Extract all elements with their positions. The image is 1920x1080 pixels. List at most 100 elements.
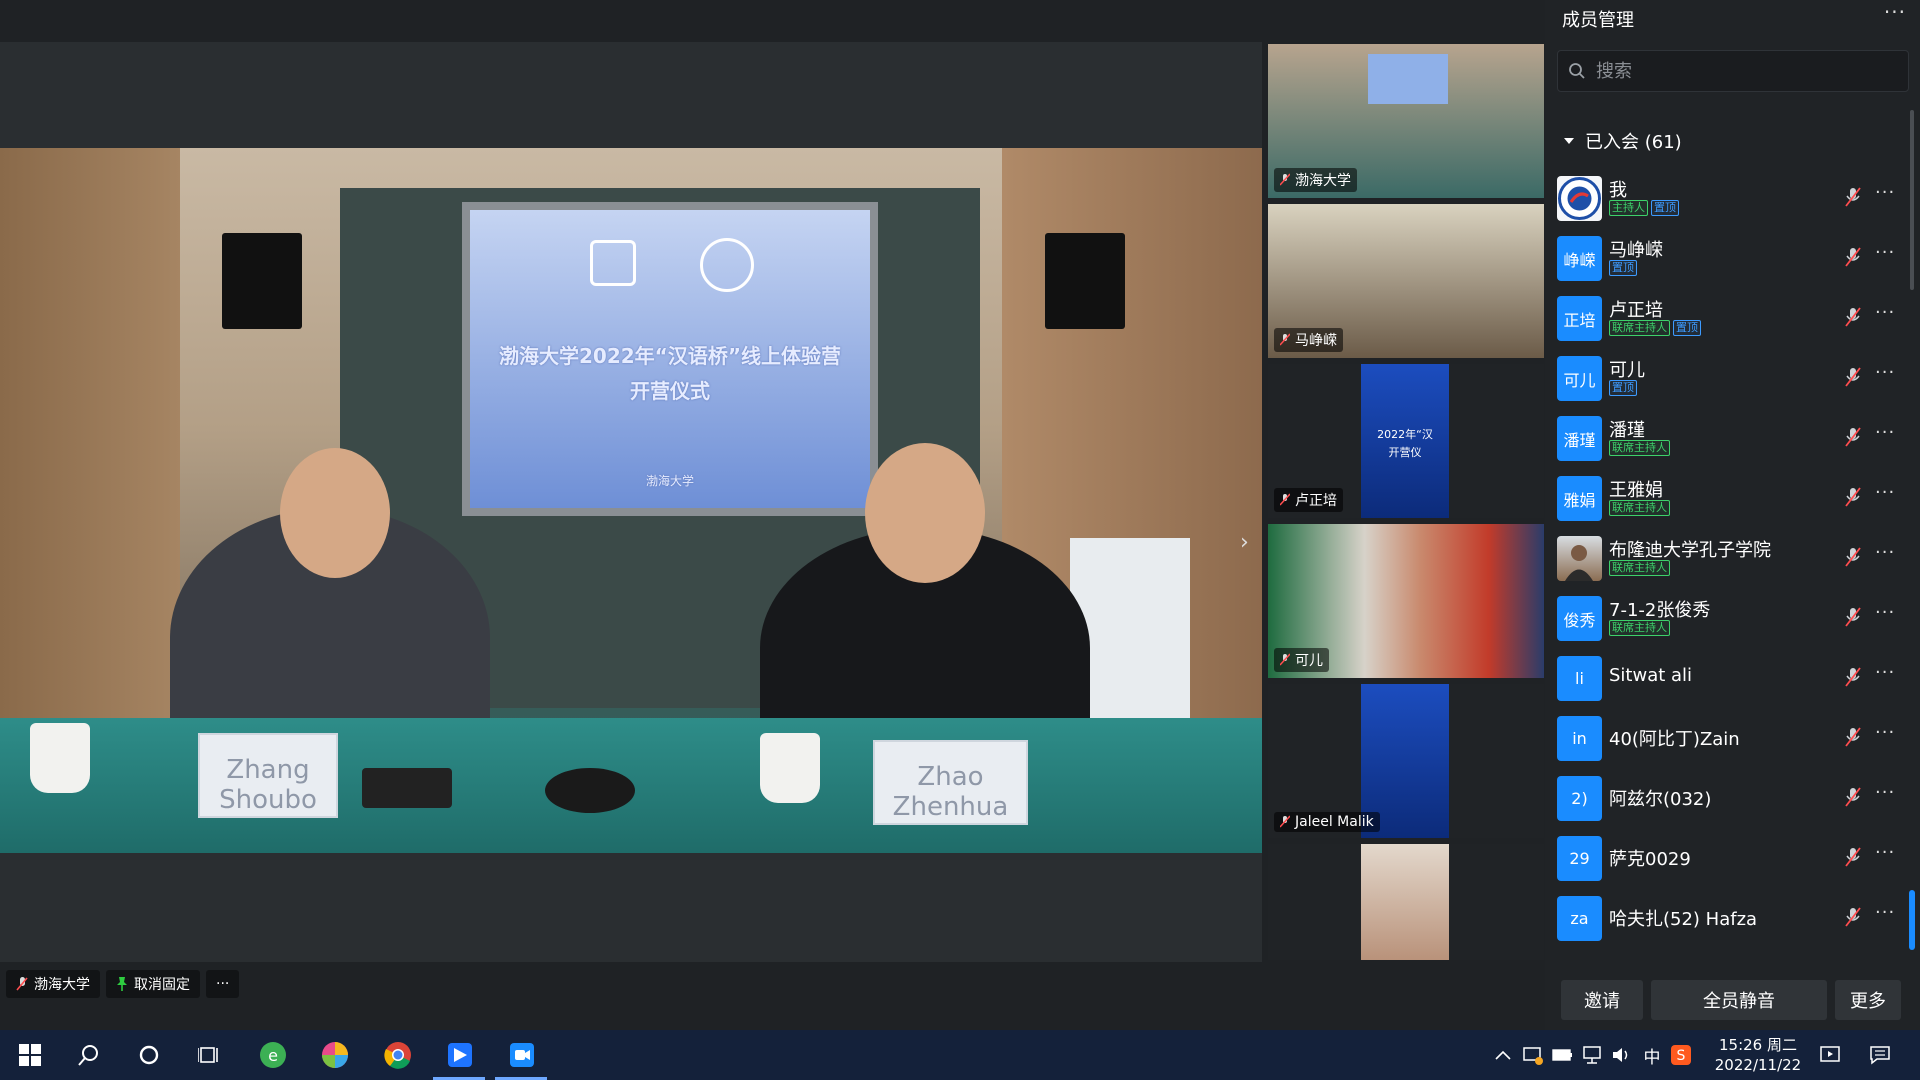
member-list-scrollbar[interactable] [1910,110,1914,290]
invite-button[interactable]: 邀请 [1561,980,1643,1020]
member-more-button[interactable]: ··· [1875,902,1895,923]
member-row[interactable]: 2) 阿兹尔(032) ··· [1557,770,1897,830]
mic-muted-icon[interactable] [1845,607,1861,627]
thumbnail-tile[interactable] [1268,844,1544,960]
member-search[interactable] [1557,50,1909,92]
avatar: 俊秀 [1557,596,1602,641]
unpin-button[interactable]: 取消固定 [106,970,200,998]
main-video[interactable]: 渤海大学2022年“汉语桥”线上体验营 开营仪式 渤海大学 Zhang Shou… [0,148,1262,853]
joined-group-header[interactable]: 已入会 (61) [1563,128,1682,154]
show-desktop-icon[interactable] [1815,1040,1845,1070]
host-tag: 主持人 [1609,200,1648,216]
member-more-button[interactable]: ··· [1875,602,1895,623]
task-view-icon[interactable] [194,1040,224,1070]
member-more-button[interactable]: ··· [1875,662,1895,683]
pinned-tag: 置顶 [1609,380,1637,396]
member-more-button[interactable]: ··· [1875,482,1895,503]
search-icon[interactable] [74,1040,104,1070]
member-name: 马峥嵘 [1609,240,1663,261]
chevron-up-icon[interactable] [1488,1040,1518,1070]
browser-e-icon[interactable]: e [258,1040,288,1070]
member-row[interactable]: in 40(阿比丁)Zain ··· [1557,710,1897,770]
panel-more-button[interactable]: ··· [1884,0,1906,24]
thumbnail-tile[interactable]: 马峥嵘 [1268,204,1544,358]
microphone-base [362,768,452,808]
logo-icon [590,240,636,286]
member-name: 阿兹尔(032) [1609,789,1712,810]
colorful-app-icon[interactable] [320,1040,350,1070]
network-icon[interactable] [1578,1040,1608,1070]
avatar: 正培 [1557,296,1602,341]
member-name: Sitwat ali [1609,665,1693,686]
mic-muted-icon[interactable] [1845,487,1861,507]
member-more-button[interactable]: ··· [1875,842,1895,863]
mic-muted-icon[interactable] [1845,907,1861,927]
member-more-button[interactable]: ··· [1875,782,1895,803]
panel-more-options-button[interactable]: 更多 [1835,980,1901,1020]
member-more-button[interactable]: ··· [1875,542,1895,563]
scroll-indicator [1909,890,1915,950]
ime-indicator[interactable]: 中 [1637,1040,1667,1070]
member-row[interactable]: 潘瑾 潘瑾 联席主持人 ··· [1557,410,1897,470]
mic-muted-icon[interactable] [1845,307,1861,327]
person-photo-icon [1565,545,1593,581]
mic-muted-icon[interactable] [1845,547,1861,567]
system-clock[interactable]: 15:26 周二 2022/11/22 [1703,1035,1813,1075]
mic-muted-icon[interactable] [1845,427,1861,447]
windows-start-icon[interactable] [15,1040,45,1070]
member-name: 潘瑾 [1609,420,1645,441]
member-name: 40(阿比丁)Zain [1609,729,1740,750]
mic-muted-icon[interactable] [1845,187,1861,207]
member-row[interactable]: li Sitwat ali ··· [1557,650,1897,710]
member-row[interactable]: 俊秀 7-1-2张俊秀 联席主持人 ··· [1557,590,1897,650]
member-row[interactable]: 雅娟 王雅娟 联席主持人 ··· [1557,470,1897,530]
member-row[interactable]: 29 萨克0029 ··· [1557,830,1897,890]
member-row[interactable]: 布隆迪大学孔子学院 联席主持人 ··· [1557,530,1897,590]
next-arrow-icon[interactable]: › [1240,530,1249,555]
mic-muted-icon[interactable] [1845,247,1861,267]
thumbnail-tile[interactable]: 渤海大学 [1268,44,1544,198]
cohost-tag: 联席主持人 [1609,560,1670,576]
tencent-meeting-icon[interactable] [507,1040,537,1070]
member-row[interactable]: za 哈夫扎(52) Hafza ··· [1557,890,1897,950]
mic-muted-icon[interactable] [1845,667,1861,687]
network-alert-icon[interactable] [1518,1040,1548,1070]
mic-muted-icon[interactable] [1845,847,1861,867]
member-more-button[interactable]: ··· [1875,182,1895,203]
thumb-poster: 2022年“汉 开营仪 [1361,364,1449,518]
thumbnail-tile[interactable]: Jaleel Malik [1268,684,1544,838]
thumbnail-tile[interactable]: 2022年“汉 开营仪 卢正培 [1268,364,1544,518]
member-tags: 联席主持人 [1609,500,1670,516]
feishu-icon[interactable] [445,1040,475,1070]
mute-all-button[interactable]: 全员静音 [1651,980,1827,1020]
search-input[interactable] [1596,60,1896,82]
member-more-button[interactable]: ··· [1875,242,1895,263]
battery-icon[interactable] [1548,1040,1578,1070]
member-more-button[interactable]: ··· [1875,422,1895,443]
member-row[interactable]: 正培 卢正培 联席主持人 置顶 ··· [1557,290,1897,350]
mic-muted-icon[interactable] [1845,727,1861,747]
avatar: li [1557,656,1602,701]
member-name: 布隆迪大学孔子学院 [1609,540,1771,561]
member-more-button[interactable]: ··· [1875,302,1895,323]
thumb-video [1361,844,1449,960]
thumbnail-tile[interactable]: 可儿 [1268,524,1544,678]
cortana-icon[interactable] [134,1040,164,1070]
member-row[interactable]: 我 主持人 置顶 ··· [1557,170,1897,230]
thumbnail-label: 卢正培 [1274,488,1343,512]
mic-muted-icon[interactable] [1845,787,1861,807]
notification-center-icon[interactable] [1865,1040,1895,1070]
pinned-tag: 置顶 [1609,260,1637,276]
member-tags: 联席主持人 [1609,620,1670,636]
member-more-button[interactable]: ··· [1875,722,1895,743]
stage-more-button[interactable]: ··· [206,970,240,998]
cohost-tag: 联席主持人 [1609,500,1670,516]
mic-muted-icon[interactable] [1845,367,1861,387]
chrome-icon[interactable] [383,1040,413,1070]
volume-icon[interactable] [1607,1040,1637,1070]
member-more-button[interactable]: ··· [1875,362,1895,383]
sogou-icon[interactable]: S [1666,1040,1696,1070]
person-left-head [280,448,390,578]
member-row[interactable]: 可儿 可儿 置顶 ··· [1557,350,1897,410]
member-row[interactable]: 峥嵘 马峥嵘 置顶 ··· [1557,230,1897,290]
